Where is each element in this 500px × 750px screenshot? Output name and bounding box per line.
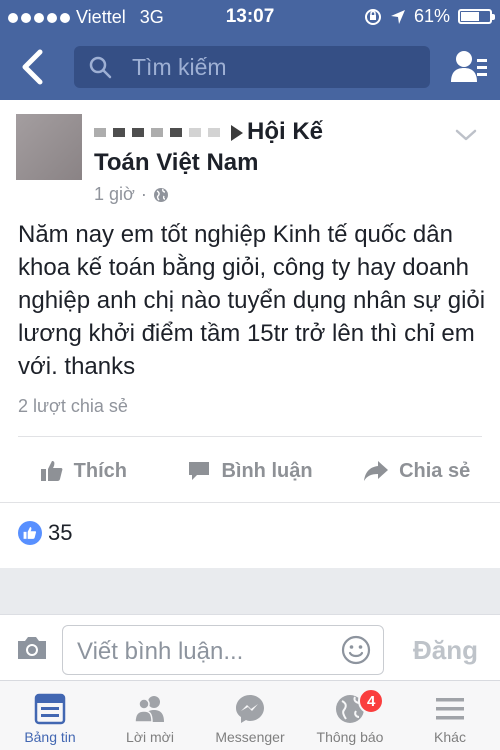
like-reaction-icon	[18, 521, 42, 545]
comment-placeholder: Viết bình luận...	[77, 638, 244, 665]
friend-requests-icon[interactable]	[450, 48, 488, 86]
divider	[0, 502, 500, 503]
tab-messenger[interactable]: Messenger	[200, 681, 300, 750]
post-time[interactable]: 1 giờ	[94, 184, 135, 205]
share-arrow-icon	[364, 461, 389, 481]
feed-separator	[0, 568, 500, 614]
group-name-line1[interactable]: Hội Kế	[247, 118, 323, 145]
search-input[interactable]: Tìm kiếm	[74, 46, 430, 88]
avatar[interactable]	[16, 114, 82, 180]
divider	[18, 436, 482, 437]
comment-button[interactable]: Bình luận	[167, 448, 334, 494]
globe-icon	[153, 187, 168, 202]
battery-fill	[461, 12, 480, 21]
status-right: 61%	[364, 6, 495, 27]
emoji-icon[interactable]	[341, 635, 371, 665]
like-count: 35	[48, 520, 73, 545]
friend-requests-icon	[134, 696, 164, 723]
notification-badge: 4	[358, 688, 385, 714]
camera-icon[interactable]	[16, 635, 48, 661]
back-chevron-icon[interactable]	[16, 48, 50, 86]
tab-more[interactable]: Khác	[400, 681, 500, 750]
tab-bar: Bảng tin Lời mời Messenger 4 Thông báo K…	[0, 680, 500, 750]
post-meta: 1 giờ ·	[94, 184, 169, 205]
battery-icon	[458, 9, 495, 24]
messenger-icon	[236, 695, 264, 723]
tab-label: Thông báo	[316, 729, 384, 745]
search-icon	[89, 56, 112, 79]
post-header: Hội Kế Toán Việt Nam	[94, 116, 434, 178]
group-name-line2[interactable]: Toán Việt Nam	[94, 149, 258, 176]
redacted-author-name[interactable]	[94, 118, 227, 145]
news-feed-icon	[34, 693, 66, 725]
tab-label: Bảng tin	[24, 729, 76, 745]
tab-label: Khác	[434, 729, 466, 745]
comment-bubble-icon	[189, 462, 210, 480]
share-count[interactable]: 2 lượt chia sẻ	[18, 396, 128, 417]
comment-input[interactable]: Viết bình luận...	[62, 625, 384, 675]
location-arrow-icon	[390, 9, 405, 24]
tab-news-feed[interactable]: Bảng tin	[0, 681, 100, 750]
like-label: Thích	[73, 459, 127, 482]
meta-separator: ·	[140, 184, 147, 204]
like-button[interactable]: Thích	[0, 448, 167, 494]
rotation-lock-icon	[364, 8, 381, 25]
tab-notifications[interactable]: 4 Thông báo	[300, 681, 400, 750]
search-placeholder: Tìm kiếm	[132, 53, 227, 80]
post-comment-button[interactable]: Đăng	[413, 635, 478, 666]
arrow-right-icon	[231, 124, 243, 141]
more-menu-icon	[436, 698, 464, 720]
comment-label: Bình luận	[221, 459, 313, 482]
post-actions: Thích Bình luận Chia sẻ	[0, 448, 500, 494]
thumbs-up-icon	[40, 461, 63, 481]
post-content: Năm nay em tốt nghiệp Kinh tế quốc dân k…	[18, 221, 486, 380]
tab-friend-requests[interactable]: Lời mời	[100, 681, 200, 750]
tab-label: Lời mời	[126, 729, 174, 745]
nav-bar: Tìm kiếm	[0, 34, 500, 100]
status-bar: Viettel 3G 13:07 61%	[0, 0, 500, 34]
like-summary[interactable]: 35	[18, 520, 72, 546]
tab-label: Messenger	[215, 729, 285, 745]
share-label: Chia sẻ	[399, 459, 471, 482]
share-button[interactable]: Chia sẻ	[333, 448, 500, 494]
chevron-down-icon[interactable]	[454, 126, 478, 144]
battery-percent: 61%	[413, 6, 450, 26]
comment-bar: Viết bình luận... Đăng	[0, 614, 500, 680]
